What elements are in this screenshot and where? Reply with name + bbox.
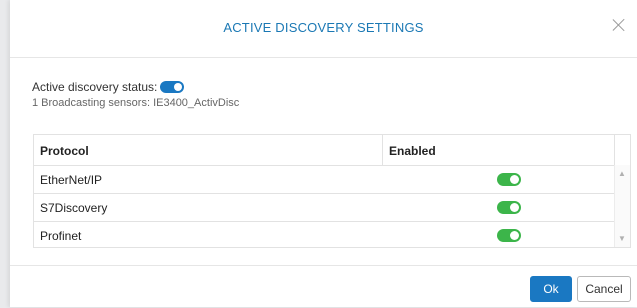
table-scrollbar[interactable]: ▲ ▼	[614, 165, 630, 247]
dialog-title: ACTIVE DISCOVERY SETTINGS	[223, 20, 424, 35]
protocol-enabled-toggle[interactable]	[497, 229, 521, 242]
table-row: EtherNet/IP	[34, 166, 614, 194]
toggle-knob	[174, 83, 183, 91]
column-header-enabled: Enabled	[389, 144, 436, 158]
close-icon[interactable]	[611, 17, 627, 33]
table-row: Profinet	[34, 222, 614, 249]
active-discovery-status-label: Active discovery status:	[32, 80, 158, 94]
cancel-button[interactable]: Cancel	[577, 276, 631, 302]
scrollbar-header-spacer	[614, 135, 630, 165]
ok-button[interactable]: Ok	[530, 276, 572, 302]
toggle-knob	[510, 231, 519, 240]
protocol-enabled-toggle[interactable]	[497, 173, 521, 186]
active-discovery-status-row: Active discovery status:	[32, 80, 185, 94]
active-discovery-dialog: ACTIVE DISCOVERY SETTINGS Active discove…	[10, 0, 637, 307]
scroll-down-icon[interactable]: ▼	[618, 234, 626, 243]
active-discovery-toggle[interactable]	[160, 81, 185, 93]
table-body: EtherNet/IP S7Discovery Profinet	[34, 166, 614, 249]
toggle-knob	[510, 203, 519, 212]
protocol-name: EtherNet/IP	[40, 173, 103, 187]
table-row: S7Discovery	[34, 194, 614, 222]
toggle-knob	[510, 175, 519, 184]
protocol-name: Profinet	[40, 229, 82, 243]
scroll-up-icon[interactable]: ▲	[618, 169, 626, 178]
protocol-name: S7Discovery	[40, 201, 108, 215]
column-separator	[382, 135, 383, 165]
dialog-footer: Ok Cancel	[10, 265, 637, 308]
broadcasting-sensors-text: 1 Broadcasting sensors: IE3400_ActivDisc	[32, 97, 240, 109]
dialog-header: ACTIVE DISCOVERY SETTINGS	[10, 0, 637, 58]
table-header: Protocol Enabled	[34, 135, 614, 166]
column-header-protocol: Protocol	[40, 144, 89, 158]
protocol-enabled-toggle[interactable]	[497, 201, 521, 214]
protocol-table: Protocol Enabled EtherNet/IP S7Discovery…	[33, 134, 631, 248]
